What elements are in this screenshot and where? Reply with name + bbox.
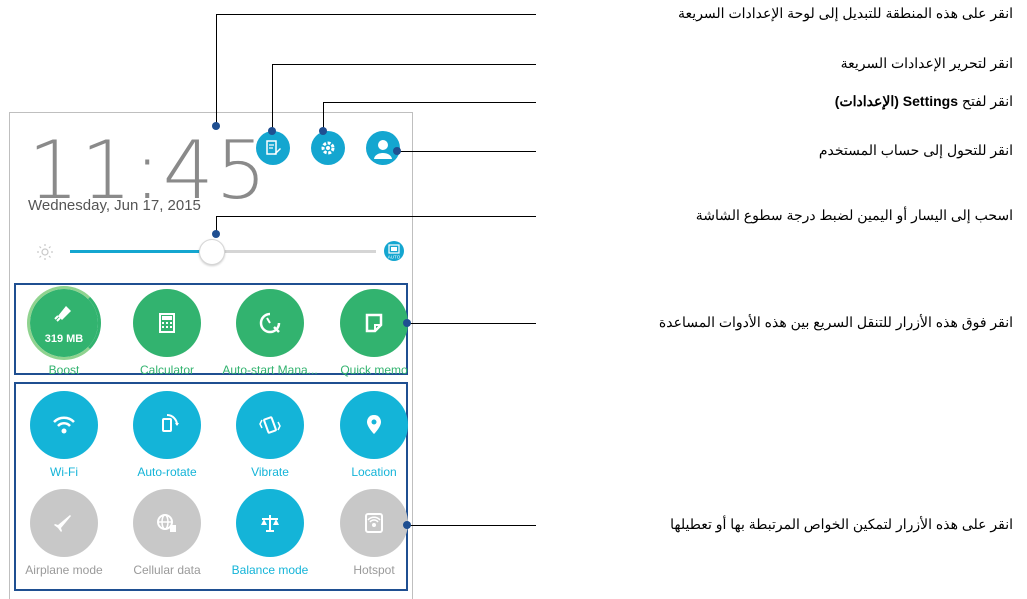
toggle-label: Wi-Fi	[50, 465, 78, 479]
toggle-button[interactable]	[236, 489, 304, 557]
callout-switch-panel: انقر على هذه المنطقة للتبديل إلى لوحة ال…	[678, 5, 1013, 21]
callout-dot-brightness	[212, 230, 220, 238]
toggle-label: Airplane mode	[25, 563, 103, 577]
hotspot-icon	[365, 513, 383, 533]
toggle-label: Vibrate	[251, 465, 289, 479]
toggle-tile[interactable]: Vibrate	[220, 391, 320, 479]
callout-open-settings-prefix: انقر لفتح	[961, 93, 1013, 109]
user-avatar-icon	[374, 140, 392, 159]
callout-dot-switch	[212, 122, 220, 130]
callout-line-shortcuts	[405, 323, 536, 324]
shortcut-label: Calculator	[139, 363, 195, 377]
airplane-icon	[54, 515, 71, 532]
auto-brightness-icon: AUTO	[388, 244, 401, 260]
brightness-control: AUTO	[28, 233, 404, 269]
vibrate-icon	[259, 416, 281, 434]
toggle-label: Hotspot	[353, 563, 395, 577]
location-icon	[367, 415, 381, 434]
toggle-button[interactable]	[30, 391, 98, 459]
callout-line-edit	[272, 64, 273, 130]
shortcut-button[interactable]	[236, 289, 304, 357]
callout-line-toggles	[405, 525, 536, 526]
toggle-tile[interactable]: Cellular data	[117, 489, 217, 577]
toggle-tile[interactable]: Airplane mode	[14, 489, 114, 577]
memo-icon	[365, 313, 383, 333]
gear-icon	[321, 141, 335, 155]
callout-line-user	[395, 151, 536, 152]
callout-line-settings	[323, 102, 324, 130]
shortcut-tile[interactable]: Calculator	[117, 289, 217, 377]
callout-brightness: اسحب إلى اليسار أو اليمين لضبط درجة سطوع…	[695, 207, 1013, 223]
toggle-button[interactable]	[133, 489, 201, 557]
auto-brightness-label: AUTO	[388, 255, 401, 260]
callout-dot-toggles	[403, 521, 411, 529]
toggle-label: Location	[351, 465, 397, 479]
edit-icon	[266, 140, 281, 155]
shortcut-label: Boost	[48, 363, 80, 377]
shortcut-button[interactable]	[133, 289, 201, 357]
callout-dot-shortcuts	[403, 319, 411, 327]
toggle-tile[interactable]: Hotspot	[324, 489, 412, 577]
toggle-tile[interactable]: Balance mode	[220, 489, 320, 577]
brightness-low-icon	[37, 244, 53, 260]
toggle-tile[interactable]: Auto-rotate	[117, 391, 217, 479]
callout-user-account: انقر للتحول إلى حساب المستخدم	[818, 142, 1013, 158]
callout-open-settings: انقر لفتح Settings (الإعدادات)	[835, 93, 1013, 110]
toggle-button[interactable]	[340, 489, 408, 557]
toggle-tile[interactable]: Location	[324, 391, 412, 479]
callout-line-edit-h	[272, 64, 536, 65]
shortcut-button[interactable]	[340, 289, 408, 357]
quick-settings-panel: 11:45 Wednesday, Jun 17, 2015 AUTO 319 M…	[9, 112, 413, 599]
toggle-button[interactable]	[340, 391, 408, 459]
shortcut-button[interactable]: 319 MB	[27, 286, 101, 360]
settings-button[interactable]	[311, 131, 345, 165]
memory-usage-badge: 319 MB	[44, 333, 84, 345]
toggle-label: Auto-rotate	[137, 465, 197, 479]
cellular-data-icon	[157, 514, 176, 532]
callout-line-switch-h	[216, 14, 536, 15]
callout-line-settings-h	[323, 102, 536, 103]
toggle-button[interactable]	[236, 391, 304, 459]
wifi-icon	[53, 416, 75, 434]
toggle-button[interactable]	[133, 391, 201, 459]
callout-line-switch	[216, 14, 217, 126]
auto-brightness-button[interactable]: AUTO	[384, 241, 404, 261]
shortcut-tile[interactable]: 319 MB Boost	[14, 286, 114, 377]
toggle-label: Cellular data	[133, 563, 201, 577]
brightness-slider-handle[interactable]	[198, 239, 225, 265]
toggle-button[interactable]	[30, 489, 98, 557]
callout-dot-edit	[268, 127, 276, 135]
clock-date: Wednesday, Jun 17, 2015	[28, 197, 201, 214]
brightness-slider-fill	[70, 250, 211, 253]
callout-toggles: انقر على هذه الأزرار لتمكين الخواص المرت…	[670, 516, 1013, 532]
shortcut-label: Auto-start Mana...	[222, 363, 318, 377]
callout-open-settings-bold: Settings (الإعدادات)	[834, 93, 959, 109]
shortcut-tile[interactable]: Auto-start Mana...	[220, 289, 320, 377]
callout-shortcuts: انقر فوق هذه الأزرار للتنقل السريع بين ه…	[658, 314, 1013, 330]
auto-rotate-icon	[162, 414, 179, 432]
toggle-tile[interactable]: Wi-Fi	[14, 391, 114, 479]
callout-line-brightness-h	[216, 216, 536, 217]
edit-quick-settings-button[interactable]	[256, 131, 290, 165]
shortcut-label: Quick memo	[340, 363, 408, 377]
callout-dot-user	[393, 147, 401, 155]
calculator-icon	[159, 313, 175, 333]
callout-dot-settings	[319, 127, 327, 135]
toggle-label: Balance mode	[231, 563, 309, 577]
balance-icon	[261, 515, 279, 532]
shortcut-tile[interactable]: Quick memo	[324, 289, 412, 377]
auto-start-icon	[259, 312, 281, 334]
memory-usage-ring	[27, 286, 101, 360]
callout-edit-settings: انقر لتحرير الإعدادات السريعة	[840, 55, 1013, 71]
